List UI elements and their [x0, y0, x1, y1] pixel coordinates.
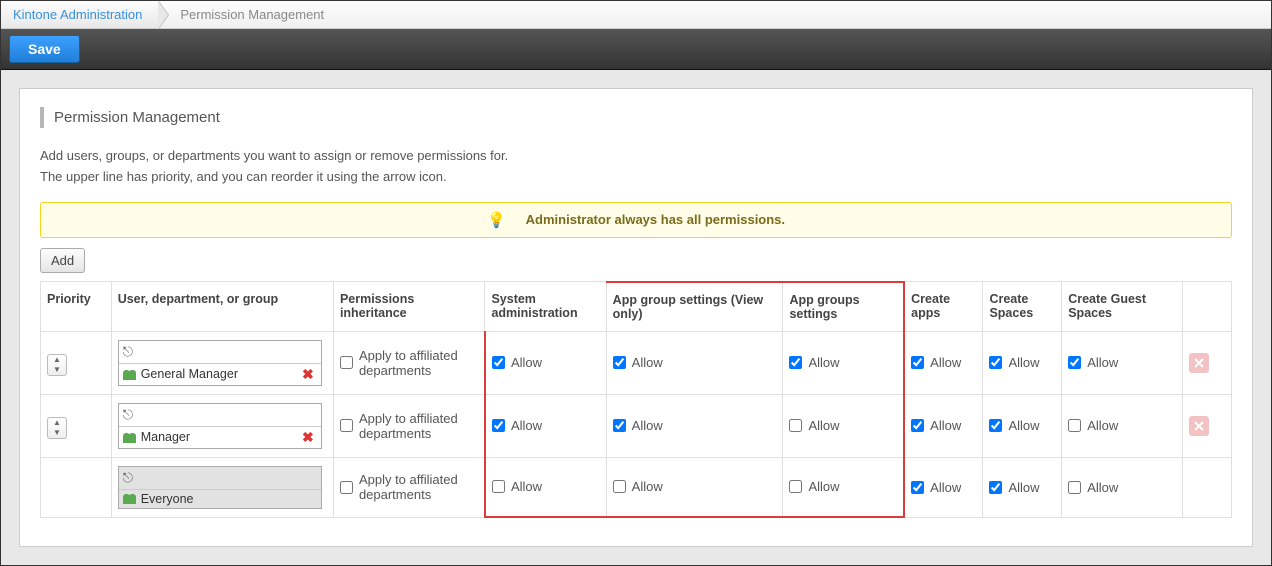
col-header-priority: Priority — [41, 282, 112, 332]
org-tree-icon: ⎋ — [123, 470, 133, 486]
perm-checkbox[interactable] — [911, 419, 924, 432]
chevron-down-icon: ▼ — [48, 428, 66, 438]
user-chip: Everyone — [119, 490, 321, 508]
page-description: Add users, groups, or departments you wa… — [40, 146, 1232, 188]
group-icon — [123, 493, 137, 504]
user-chip: Manager ✖ — [119, 427, 321, 448]
breadcrumb: Kintone Administration Permission Manage… — [1, 1, 1271, 29]
perm-checkbox[interactable] — [492, 356, 505, 369]
user-chip-name: General Manager — [141, 367, 238, 381]
col-header-sysadmin: System administration — [485, 282, 606, 332]
org-tree-icon[interactable]: ⎋ — [123, 407, 133, 423]
remove-chip-button[interactable]: ✖ — [299, 366, 317, 383]
perm-checkbox[interactable] — [492, 419, 505, 432]
user-search-input — [137, 469, 317, 487]
user-chip-name: Everyone — [141, 492, 194, 506]
perm-appgroup[interactable]: Allow — [789, 355, 897, 370]
perm-create_spaces[interactable]: Allow — [989, 480, 1055, 495]
perm-checkbox[interactable] — [911, 356, 924, 369]
perm-checkbox[interactable] — [1068, 481, 1081, 494]
perm-sysadmin[interactable]: Allow — [492, 418, 600, 433]
lightbulb-icon: 💡 — [487, 211, 506, 229]
perm-create_spaces[interactable]: Allow — [989, 418, 1055, 433]
perm-appgroup[interactable]: Allow — [789, 479, 897, 494]
info-banner-text: Administrator always has all permissions… — [526, 212, 785, 227]
perm-appgroup[interactable]: Allow — [789, 418, 897, 433]
perm-create_apps[interactable]: Allow — [911, 355, 976, 370]
breadcrumb-link-admin[interactable]: Kintone Administration — [1, 1, 158, 28]
perm-create_guest[interactable]: Allow — [1068, 418, 1176, 433]
close-icon — [1194, 358, 1204, 368]
perm-checkbox[interactable] — [989, 356, 1002, 369]
page-title: Permission Management — [40, 107, 1232, 128]
priority-reorder[interactable]: ▲▼ — [47, 354, 67, 376]
inherit-label[interactable]: Apply to affiliated departments — [340, 472, 478, 502]
chevron-down-icon: ▼ — [48, 365, 66, 375]
perm-checkbox[interactable] — [613, 419, 626, 432]
delete-row-button[interactable] — [1189, 416, 1209, 436]
table-row: ▲▼ ⎋ General Manager ✖ Apply to affiliated d… — [41, 331, 1232, 394]
perm-appgroup_view[interactable]: Allow — [613, 355, 777, 370]
perm-sysadmin[interactable]: Allow — [492, 479, 600, 494]
perm-create_guest[interactable]: Allow — [1068, 480, 1176, 495]
perm-checkbox[interactable] — [789, 356, 802, 369]
col-header-create-apps: Create apps — [904, 282, 983, 332]
breadcrumb-current: Permission Management — [158, 1, 340, 28]
col-header-inherit: Permissions inheritance — [333, 282, 485, 332]
toolbar: Save — [1, 29, 1271, 70]
priority-reorder[interactable]: ▲▼ — [47, 417, 67, 439]
perm-checkbox[interactable] — [911, 481, 924, 494]
perm-checkbox[interactable] — [989, 419, 1002, 432]
user-selector[interactable]: ⎋ General Manager ✖ — [118, 340, 322, 386]
perm-create_apps[interactable]: Allow — [911, 480, 976, 495]
perm-create_spaces[interactable]: Allow — [989, 355, 1055, 370]
inherit-checkbox[interactable] — [340, 356, 353, 369]
org-tree-icon[interactable]: ⎋ — [123, 344, 133, 360]
inherit-label[interactable]: Apply to affiliated departments — [340, 348, 478, 378]
user-chip-name: Manager — [141, 430, 190, 444]
col-header-create-spaces: Create Spaces — [983, 282, 1062, 332]
add-button[interactable]: Add — [40, 248, 85, 273]
user-selector: ⎋ Everyone — [118, 466, 322, 509]
perm-checkbox[interactable] — [1068, 419, 1081, 432]
close-icon — [1194, 421, 1204, 431]
inherit-checkbox[interactable] — [340, 419, 353, 432]
table-row: ▲▼ ⎋ Manager ✖ Apply to affiliated departmen… — [41, 394, 1232, 457]
user-chip: General Manager ✖ — [119, 364, 321, 385]
col-header-delete — [1183, 282, 1232, 332]
perm-checkbox[interactable] — [989, 481, 1002, 494]
user-search-input[interactable] — [137, 406, 317, 424]
col-header-create-guest: Create Guest Spaces — [1062, 282, 1183, 332]
user-search-input[interactable] — [137, 343, 317, 361]
perm-checkbox[interactable] — [789, 480, 802, 493]
user-selector[interactable]: ⎋ Manager ✖ — [118, 403, 322, 449]
perm-checkbox[interactable] — [492, 480, 505, 493]
perm-appgroup_view[interactable]: Allow — [613, 418, 777, 433]
perm-checkbox[interactable] — [1068, 356, 1081, 369]
table-row: ⎋ Everyone Apply to affiliated departments… — [41, 457, 1232, 517]
remove-chip-button[interactable]: ✖ — [299, 429, 317, 446]
col-header-user: User, department, or group — [111, 282, 333, 332]
col-header-appgroup: App groups settings — [783, 282, 904, 332]
perm-checkbox[interactable] — [613, 480, 626, 493]
main-panel: Permission Management Add users, groups,… — [19, 88, 1253, 547]
info-banner: 💡 Administrator always has all permissio… — [40, 202, 1232, 238]
save-button[interactable]: Save — [9, 35, 80, 63]
group-icon — [123, 369, 137, 380]
perm-create_apps[interactable]: Allow — [911, 418, 976, 433]
perm-checkbox[interactable] — [613, 356, 626, 369]
inherit-checkbox[interactable] — [340, 481, 353, 494]
inherit-label[interactable]: Apply to affiliated departments — [340, 411, 478, 441]
group-icon — [123, 432, 137, 443]
perm-appgroup_view[interactable]: Allow — [613, 479, 777, 494]
col-header-appgroup-view: App group settings (View only) — [606, 282, 783, 332]
permissions-table: Priority User, department, or group Perm… — [40, 281, 1232, 519]
delete-row-button[interactable] — [1189, 353, 1209, 373]
perm-sysadmin[interactable]: Allow — [492, 355, 600, 370]
chevron-up-icon: ▲ — [48, 355, 66, 365]
perm-create_guest[interactable]: Allow — [1068, 355, 1176, 370]
chevron-up-icon: ▲ — [48, 418, 66, 428]
perm-checkbox[interactable] — [789, 419, 802, 432]
